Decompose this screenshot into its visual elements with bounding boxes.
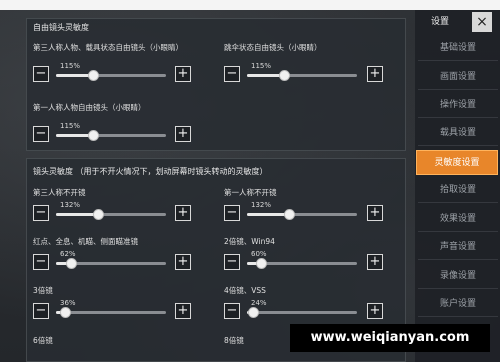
lens-slider-2-label: 第一人称不开镜: [224, 188, 277, 197]
free-camera-slider-2-minus-button[interactable]: −: [224, 66, 240, 82]
free-camera-slider-3-plus-button[interactable]: +: [175, 126, 191, 142]
free-camera-slider-2-slider-track[interactable]: [247, 70, 357, 81]
lens-title: 镜头灵敏度 （用于不开火情况下，划动屏幕时镜头转动的灵敏度）: [33, 167, 268, 176]
scope-6x-label: 6倍镜: [33, 336, 53, 345]
lens-slider-3-value: 62%: [60, 250, 76, 258]
lens-slider-1-label: 第三人称不开镜: [33, 188, 86, 197]
lens-slider-5-plus-button[interactable]: +: [175, 303, 191, 319]
settings-title: 设置: [430, 17, 449, 27]
lens-slider-3-plus-button[interactable]: +: [175, 254, 191, 270]
sidebar-item-3[interactable]: 操作设置: [418, 93, 498, 118]
lens-slider-1-slider-fill: [56, 213, 98, 216]
sidebar-item-2[interactable]: 画面设置: [418, 65, 498, 90]
lens-slider-1-minus-button[interactable]: −: [33, 205, 49, 221]
lens-slider-4-label: 2倍镜、Win94: [224, 237, 275, 246]
lens-slider-4-slider-knob[interactable]: [256, 258, 267, 269]
sidebar-item-7[interactable]: 效果设置: [418, 207, 498, 232]
lens-slider-4-minus-button[interactable]: −: [224, 254, 240, 270]
lens-slider-2-slider-knob[interactable]: [284, 209, 295, 220]
lens-slider-6-value: 24%: [251, 299, 267, 307]
sidebar-item-4[interactable]: 载具设置: [418, 121, 498, 146]
lens-slider-3-label: 红点、全息、机瞄、侧面瞄准镜: [33, 237, 138, 246]
lens-slider-2-value: 132%: [251, 201, 272, 209]
lens-slider-3-minus-button[interactable]: −: [33, 254, 49, 270]
free-camera-slider-3-slider-knob[interactable]: [88, 130, 99, 141]
lens-slider-3-slider-track[interactable]: [56, 258, 166, 269]
sidebar-item-5[interactable]: 灵敏度设置: [416, 150, 498, 175]
lens-slider-1-value: 132%: [60, 201, 81, 209]
lens-slider-2-slider-track[interactable]: [247, 209, 357, 220]
sidebar-item-8[interactable]: 声音设置: [418, 235, 498, 260]
free-camera-slider-1-minus-button[interactable]: −: [33, 66, 49, 82]
close-icon[interactable]: ×: [472, 12, 492, 32]
top-strip: [0, 0, 500, 10]
lens-slider-5-minus-button[interactable]: −: [33, 303, 49, 319]
watermark: www.weiqianyan.com: [290, 324, 490, 352]
lens-slider-1-slider-track[interactable]: [56, 209, 166, 220]
lens-slider-4-value: 60%: [251, 250, 267, 258]
free-camera-slider-1-value: 115%: [60, 62, 81, 70]
free-camera-slider-3-minus-button[interactable]: −: [33, 126, 49, 142]
free-camera-slider-1-label: 第三人称人物、载具状态自由镜头（小眼睛）: [33, 43, 183, 52]
lens-slider-6-minus-button[interactable]: −: [224, 303, 240, 319]
lens-slider-6-slider-track[interactable]: [247, 307, 357, 318]
free-camera-panel: [26, 18, 406, 151]
lens-slider-2-slider-fill: [247, 213, 289, 216]
lens-slider-5-label: 3倍镜: [33, 286, 53, 295]
lens-slider-4-plus-button[interactable]: +: [367, 254, 383, 270]
lens-slider-4-slider-track[interactable]: [247, 258, 357, 269]
sidebar-item-10[interactable]: 账户设置: [418, 292, 498, 317]
lens-slider-5-value: 36%: [60, 299, 76, 307]
free-camera-slider-2-label: 跳伞状态自由镜头（小眼睛）: [224, 43, 322, 52]
free-camera-slider-3-value: 115%: [60, 122, 81, 130]
lens-slider-6-label: 4倍镜、VSS: [224, 286, 266, 295]
lens-slider-2-plus-button[interactable]: +: [367, 205, 383, 221]
free-camera-title: 自由镜头灵敏度: [33, 23, 89, 32]
free-camera-slider-1-plus-button[interactable]: +: [175, 66, 191, 82]
free-camera-slider-2-slider-knob[interactable]: [279, 70, 290, 81]
lens-slider-1-plus-button[interactable]: +: [175, 205, 191, 221]
lens-slider-5-slider-knob[interactable]: [60, 307, 71, 318]
free-camera-slider-2-plus-button[interactable]: +: [367, 66, 383, 82]
free-camera-slider-3-label: 第一人称人物自由镜头（小眼睛）: [33, 103, 146, 112]
lens-slider-6-plus-button[interactable]: +: [367, 303, 383, 319]
sidebar-item-6[interactable]: 拾取设置: [418, 178, 498, 203]
lens-slider-3-slider-knob[interactable]: [66, 258, 77, 269]
free-camera-slider-2-value: 115%: [251, 62, 272, 70]
lens-slider-2-minus-button[interactable]: −: [224, 205, 240, 221]
free-camera-slider-1-slider-track[interactable]: [56, 70, 166, 81]
sidebar-item-9[interactable]: 录像设置: [418, 264, 498, 289]
lens-slider-6-slider-knob[interactable]: [248, 307, 259, 318]
lens-slider-1-slider-knob[interactable]: [93, 209, 104, 220]
free-camera-slider-1-slider-knob[interactable]: [88, 70, 99, 81]
scope-8x-label: 8倍镜: [224, 336, 244, 345]
free-camera-slider-3-slider-track[interactable]: [56, 130, 166, 141]
lens-slider-5-slider-track[interactable]: [56, 307, 166, 318]
sidebar-item-1[interactable]: 基础设置: [418, 36, 498, 61]
